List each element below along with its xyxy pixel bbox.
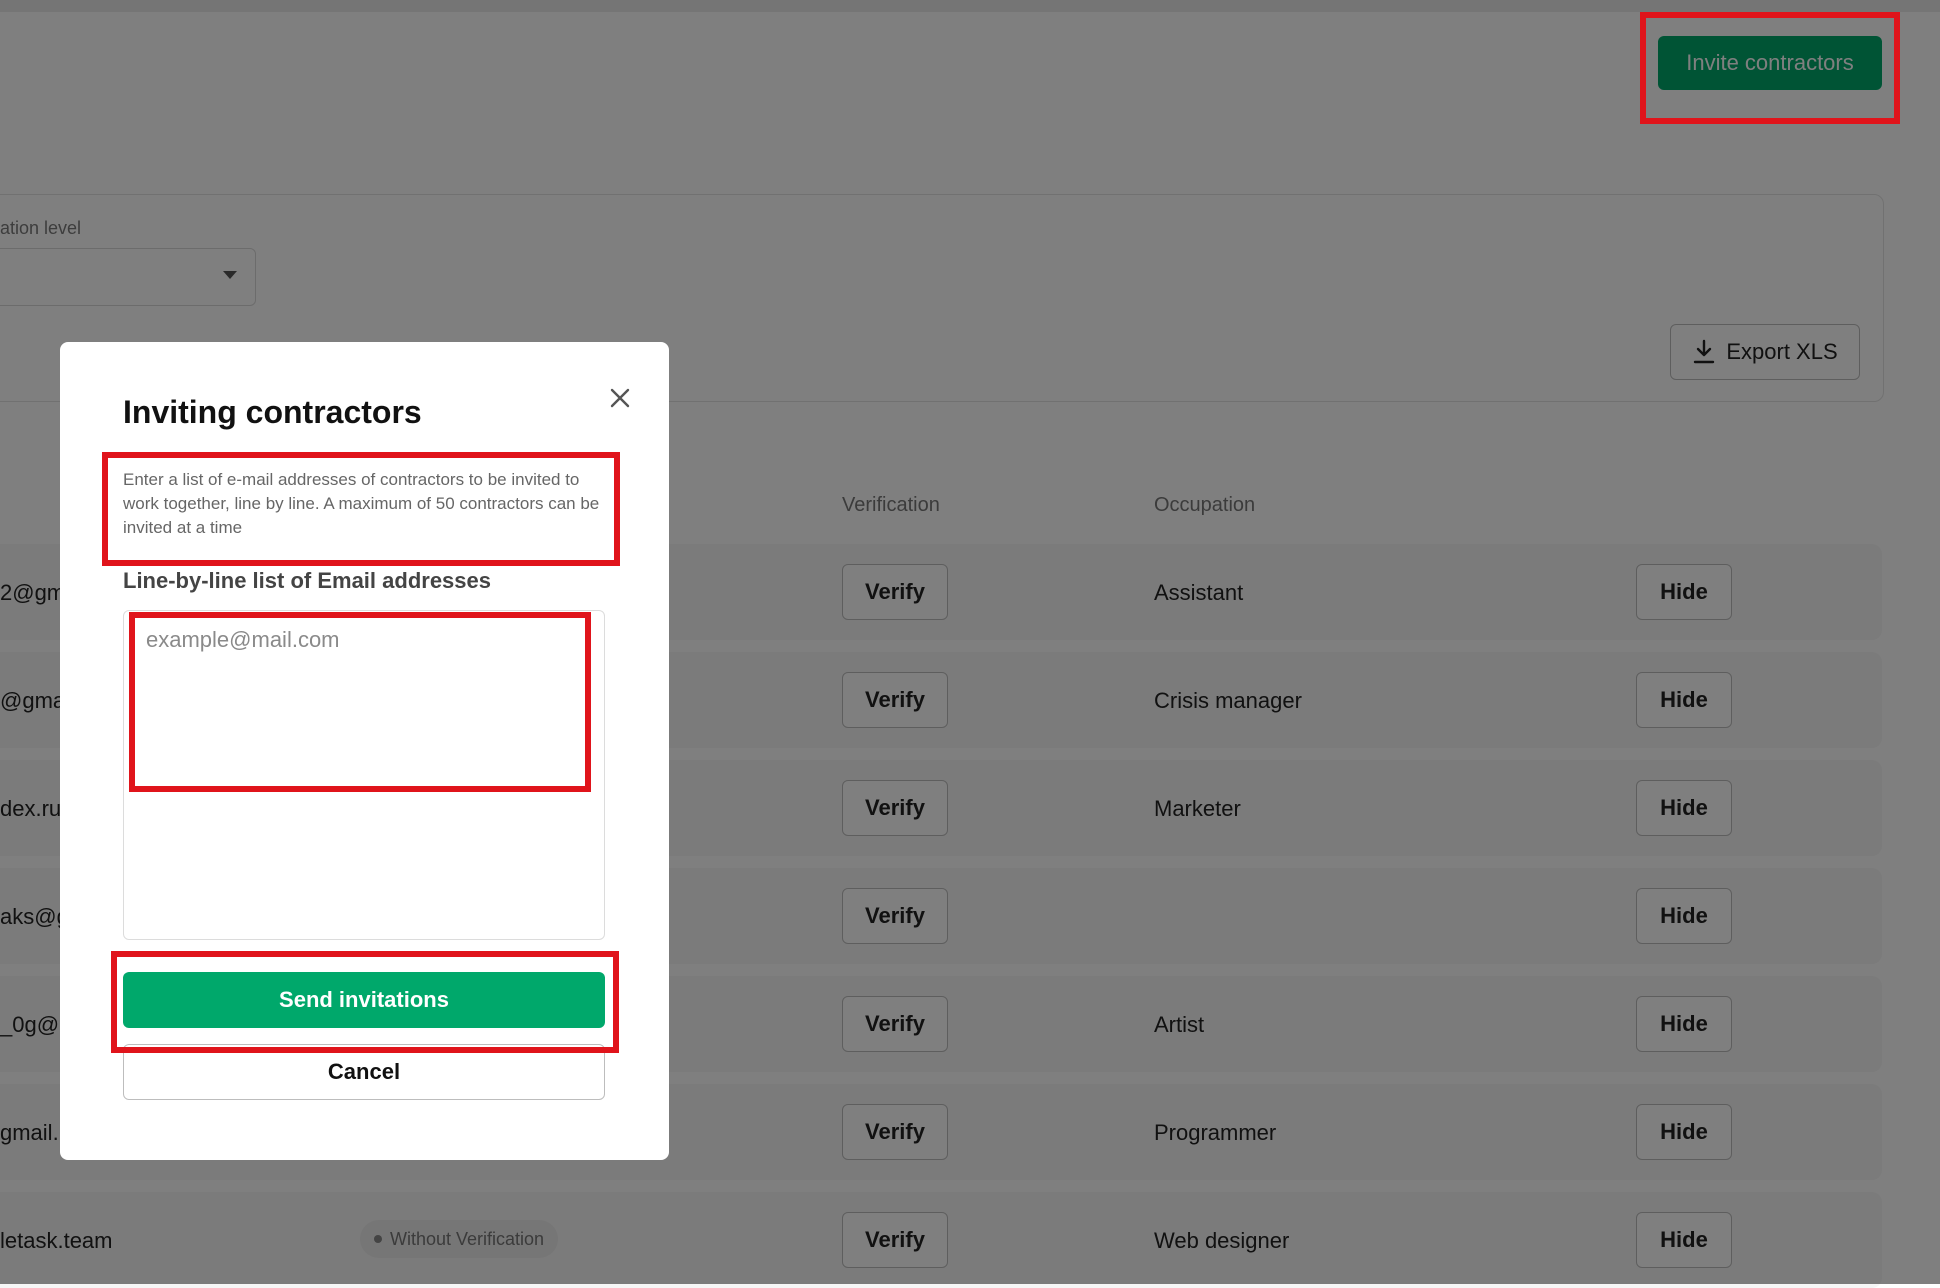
- dialog-title: Inviting contractors: [123, 394, 422, 430]
- close-icon: [610, 388, 630, 408]
- send-invitations-button[interactable]: Send invitations: [123, 972, 605, 1028]
- invite-contractors-dialog: Inviting contractors Enter a list of e-m…: [60, 342, 669, 1160]
- dialog-description: Enter a list of e-mail addresses of cont…: [123, 470, 600, 537]
- email-list-input[interactable]: [123, 610, 605, 940]
- close-button[interactable]: [600, 378, 640, 418]
- email-list-label: Line-by-line list of Email addresses: [123, 568, 491, 593]
- cancel-button[interactable]: Cancel: [123, 1044, 605, 1100]
